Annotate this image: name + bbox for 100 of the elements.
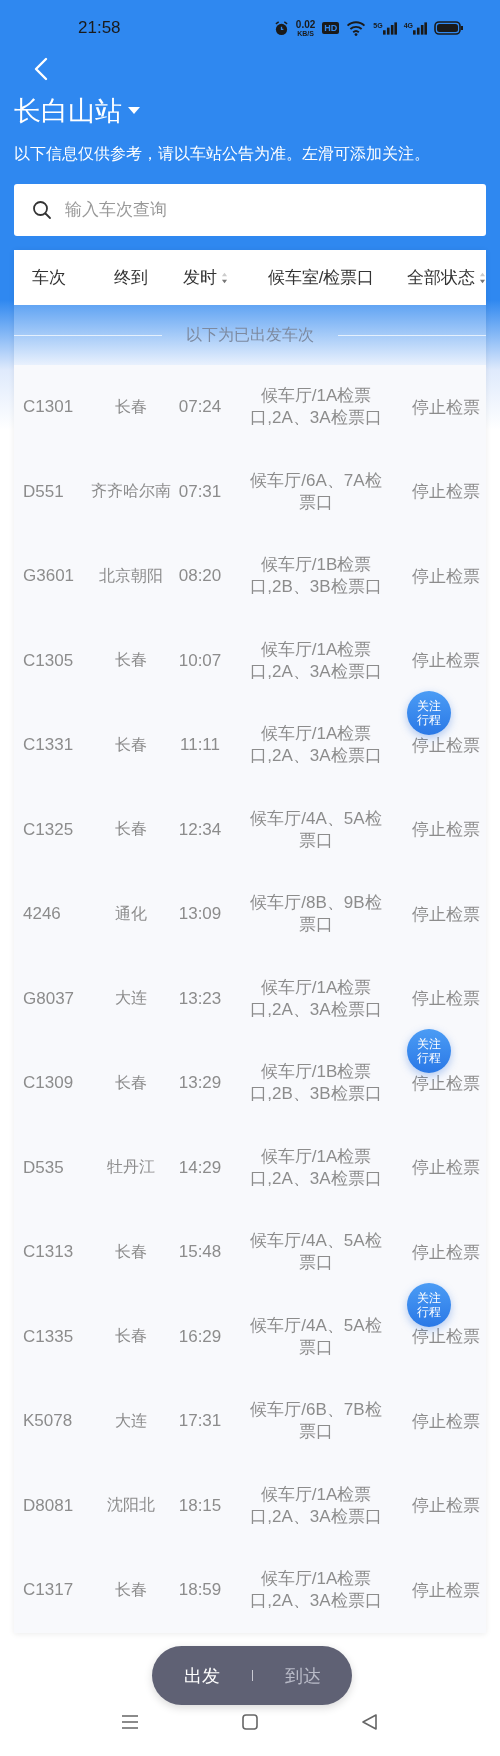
sort-header[interactable]: 全部状态: [406, 266, 486, 289]
train-number[interactable]: C1331: [14, 735, 88, 756]
waiting-gate: 候车厅/1B检票口,2B、3B检票口: [249, 554, 383, 599]
ticket-status: 停止检票: [411, 1072, 481, 1095]
mode-tab[interactable]: 到达: [284, 1663, 321, 1688]
waiting-gate: 候车厅/1A检票口,2A、3A检票口: [249, 723, 383, 768]
sort-header[interactable]: 发时: [174, 266, 236, 289]
train-number[interactable]: C1325: [14, 819, 88, 840]
waiting-gate: 候车厅/6A、7A检票口: [249, 469, 383, 514]
waiting-gate: 候车厅/1A检票口,2A、3A检票口: [249, 976, 383, 1021]
back-icon[interactable]: [34, 57, 48, 81]
ticket-status: 停止检票: [411, 903, 481, 926]
column-header: 车次: [31, 267, 67, 289]
waiting-gate: 候车厅/1A检票口,2A、3A检票口: [249, 1483, 383, 1528]
ticket-status: 停止检票: [411, 819, 481, 842]
destination: 通化: [114, 903, 148, 924]
destination: 齐齐哈尔南: [90, 481, 172, 502]
waiting-gate: 候车厅/4A、5A检票口: [249, 807, 383, 852]
train-number[interactable]: C1335: [14, 1326, 88, 1347]
destination: 长春: [114, 1072, 148, 1093]
train-number[interactable]: C1317: [14, 1580, 88, 1601]
ticket-status: 停止检票: [411, 1579, 481, 1602]
status-time: 21:58: [78, 18, 121, 38]
signal-icon: [382, 21, 397, 35]
destination: 长春: [114, 1579, 148, 1600]
train-number[interactable]: D535: [14, 1157, 88, 1178]
destination: 牡丹江: [106, 1157, 156, 1178]
train-number[interactable]: C1301: [14, 397, 88, 418]
network-speed: 0.02: [295, 19, 316, 30]
train-number[interactable]: G8037: [14, 988, 88, 1009]
waiting-gate: 候车厅/1A检票口,2A、3A检票口: [249, 1568, 383, 1613]
departure-time: 16:29: [177, 1326, 223, 1347]
departure-time: 13:09: [177, 904, 223, 925]
ticket-status: 停止检票: [411, 734, 481, 757]
departure-time: 08:20: [177, 566, 223, 587]
departure-time: 11:11: [179, 735, 221, 756]
departure-time: 13:23: [177, 988, 223, 1009]
divider-label: 以下为已出发车次: [186, 324, 314, 345]
train-number[interactable]: C1313: [14, 1242, 88, 1263]
waiting-gate: 候车厅/4A、5A检票口: [249, 1314, 383, 1359]
signal-icon: [413, 21, 427, 35]
train-number[interactable]: C1309: [14, 1073, 88, 1094]
search-icon: [32, 200, 52, 220]
home-icon[interactable]: [240, 1712, 260, 1732]
destination: 沈阳北: [106, 1495, 156, 1516]
departure-time: 17:31: [177, 1411, 223, 1432]
ticket-status: 停止检票: [411, 650, 481, 673]
search-input[interactable]: 输入车次查询: [63, 199, 468, 221]
ticket-status: 停止检票: [411, 988, 481, 1011]
waiting-gate: 候车厅/4A、5A检票口: [249, 1230, 383, 1275]
ticket-status: 停止检票: [411, 396, 481, 419]
train-number[interactable]: C1305: [14, 650, 88, 671]
departure-time: 12:34: [177, 819, 223, 840]
destination: 长春: [114, 1326, 148, 1347]
column-header: 终到: [113, 267, 149, 289]
waiting-gate: 候车厅/8B、9B检票口: [249, 892, 383, 937]
waiting-gate: 候车厅/1A检票口,2A、3A检票口: [249, 385, 383, 430]
destination: 长春: [114, 819, 148, 840]
follow-trip-button[interactable]: 关注行程: [407, 691, 451, 735]
ticket-status: 停止检票: [411, 565, 481, 588]
ticket-status: 停止检票: [411, 1495, 481, 1518]
ticket-status: 停止检票: [411, 481, 481, 504]
departure-time: 14:29: [177, 1157, 223, 1178]
alarm-icon: [273, 20, 289, 36]
departure-time: 13:29: [177, 1073, 223, 1094]
departure-time: 10:07: [177, 650, 223, 671]
column-header: 候车室/检票口: [266, 267, 376, 289]
waiting-gate: 候车厅/1B检票口,2B、3B检票口: [249, 1061, 383, 1106]
departure-time: 15:48: [177, 1242, 223, 1263]
ticket-status: 停止检票: [411, 1410, 481, 1433]
follow-trip-button[interactable]: 关注行程: [407, 1282, 451, 1327]
back-icon[interactable]: [360, 1712, 380, 1732]
ticket-status: 停止检票: [411, 1157, 481, 1180]
sort-icon: [220, 271, 228, 284]
waiting-gate: 候车厅/6B、7B检票口: [249, 1399, 383, 1444]
battery-icon: [434, 21, 464, 35]
sort-icon: [478, 271, 486, 284]
follow-trip-button[interactable]: 关注行程: [407, 1029, 451, 1073]
train-number[interactable]: D8081: [14, 1495, 88, 1516]
train-number[interactable]: 4246: [14, 904, 88, 925]
menu-icon[interactable]: [120, 1712, 140, 1732]
destination: 长春: [114, 1241, 148, 1262]
wifi-icon: [346, 20, 367, 36]
mode-tab[interactable]: 出发: [183, 1663, 220, 1688]
destination: 大连: [114, 1410, 148, 1431]
destination: 长春: [114, 650, 148, 671]
departure-time: 18:59: [177, 1580, 223, 1601]
destination: 大连: [114, 988, 148, 1009]
station-selector[interactable]: 长白山站: [14, 93, 140, 129]
waiting-gate: 候车厅/1A检票口,2A、3A检票口: [249, 638, 383, 683]
search-field[interactable]: 输入车次查询: [14, 184, 486, 236]
train-number[interactable]: D551: [14, 481, 88, 502]
destination: 长春: [114, 734, 148, 755]
caret-icon: [128, 107, 140, 115]
ticket-status: 停止检票: [411, 1326, 481, 1349]
train-number[interactable]: G3601: [14, 566, 88, 587]
departure-time: 07:24: [177, 397, 223, 418]
train-number[interactable]: K5078: [14, 1411, 88, 1432]
destination: 长春: [114, 396, 148, 417]
hd-badge: HD: [322, 22, 340, 34]
